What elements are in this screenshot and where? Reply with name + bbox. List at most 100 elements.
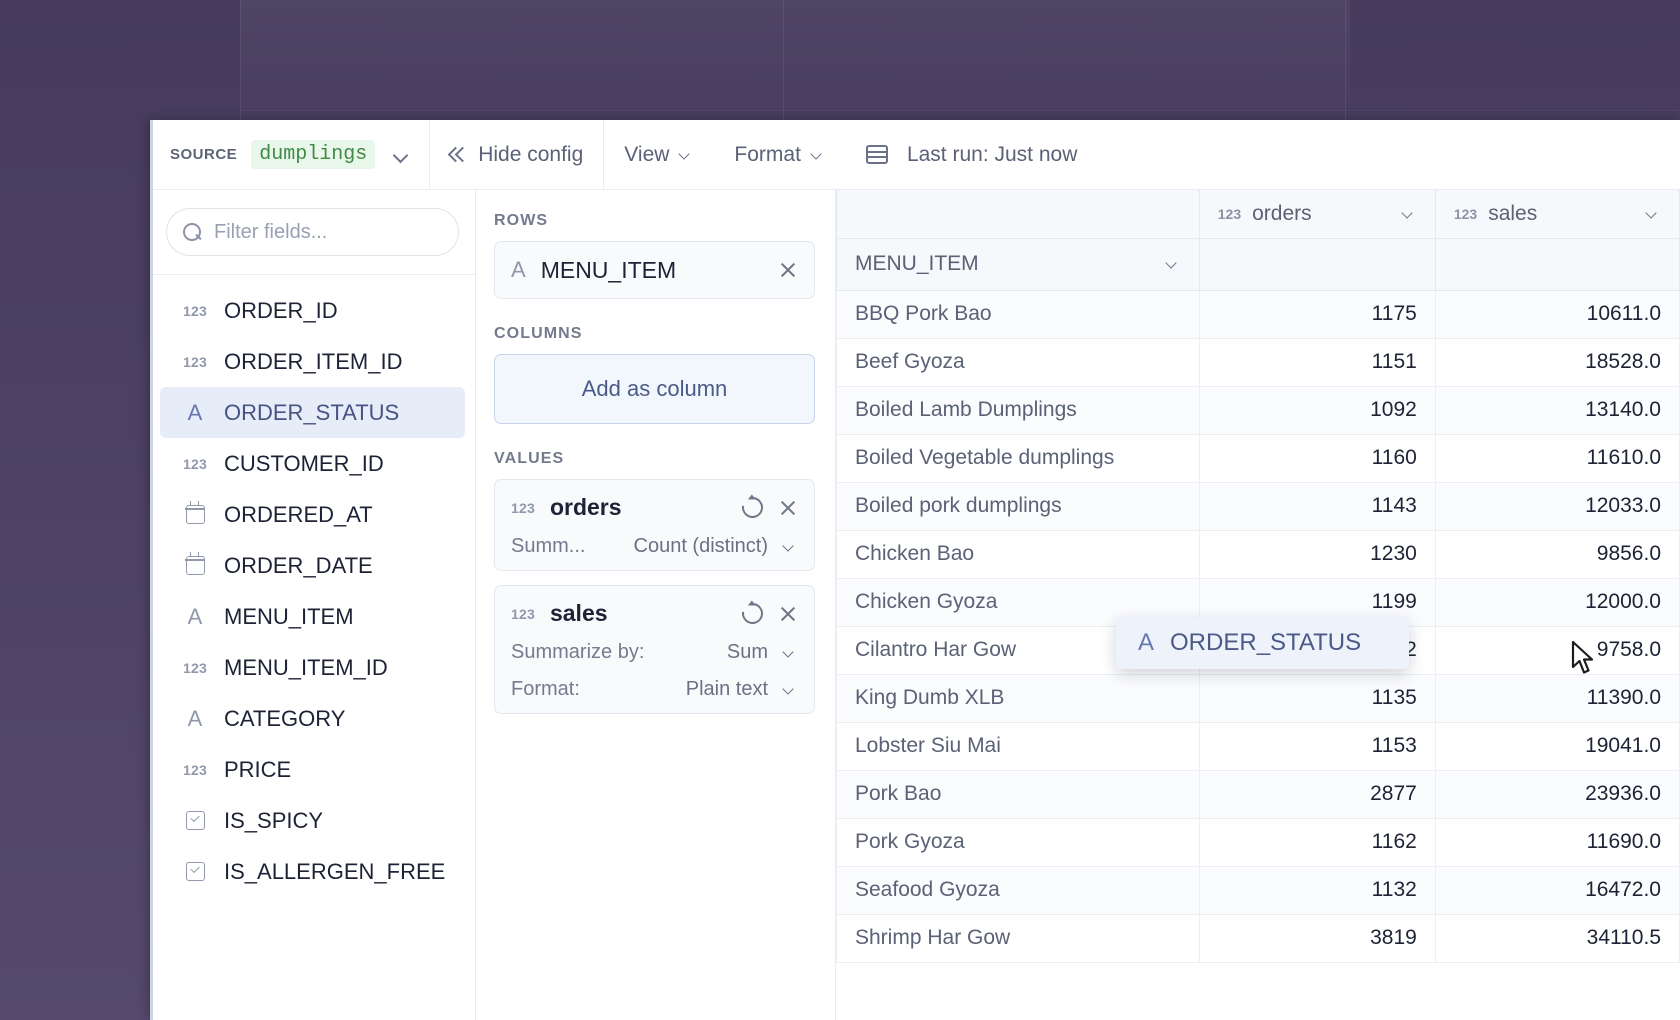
table-row: Seafood Gyoza 1132 16472.0 bbox=[836, 865, 1680, 915]
remove-rows-field-button[interactable] bbox=[778, 260, 798, 280]
table-body: BBQ Pork Bao 1175 10611.0 Beef Gyoza 1151 185… bbox=[836, 289, 1680, 963]
cell-sales: 11390.0 bbox=[1434, 673, 1680, 723]
filter-fields-box[interactable] bbox=[166, 208, 459, 256]
subheader-blank-sales bbox=[1434, 238, 1680, 291]
field-item-ordered_at[interactable]: ORDERED_AT bbox=[160, 489, 465, 540]
field-type-icon: 123 bbox=[182, 762, 208, 778]
field-type-icon bbox=[182, 862, 208, 881]
field-item-label: PRICE bbox=[224, 756, 292, 782]
format-row[interactable]: Format: Plain text bbox=[511, 678, 798, 701]
boolean-field-icon bbox=[185, 811, 205, 830]
cell-sales: 16472.0 bbox=[1434, 865, 1680, 915]
cell-menu-item: Boiled Lamb Dumplings bbox=[836, 385, 1200, 435]
table-row: Lobster Siu Mai 1153 19041.0 bbox=[836, 721, 1680, 771]
chevron-down-icon[interactable] bbox=[1401, 206, 1417, 222]
subheader-blank-orders bbox=[1198, 238, 1436, 291]
chevron-down-icon[interactable] bbox=[782, 682, 798, 698]
field-item-label: CUSTOMER_ID bbox=[224, 450, 384, 476]
field-item-label: IS_ALLERGEN_FREE bbox=[224, 858, 446, 884]
remove-value-button[interactable] bbox=[778, 498, 798, 518]
summarize-by-label: Summ... bbox=[511, 535, 586, 557]
results-table-container[interactable]: 123 orders 123 sales MENU_ITEM BBQ Pork … bbox=[836, 190, 1680, 1020]
cell-menu-item: King Dumb XLB bbox=[836, 673, 1200, 723]
add-as-column-dropzone[interactable]: Add as column bbox=[494, 354, 815, 424]
table-row: King Dumb XLB 1135 11390.0 bbox=[836, 673, 1680, 723]
cell-menu-item: Pork Bao bbox=[836, 769, 1200, 819]
summarize-by-row[interactable]: Summarize by: Sum bbox=[511, 641, 798, 664]
cell-orders: 1132 bbox=[1198, 865, 1436, 915]
chevron-down-icon[interactable] bbox=[782, 539, 798, 555]
hide-config-button[interactable]: Hide config bbox=[430, 120, 603, 189]
cell-sales: 12033.0 bbox=[1434, 481, 1680, 531]
field-item-label: MENU_ITEM bbox=[224, 603, 354, 629]
cell-menu-item: Pork Gyoza bbox=[836, 817, 1200, 867]
field-item-order_status[interactable]: A ORDER_STATUS bbox=[160, 387, 465, 438]
refresh-icon[interactable] bbox=[737, 598, 768, 629]
filter-fields-input[interactable] bbox=[214, 220, 442, 244]
field-item-price[interactable]: 123 PRICE bbox=[160, 744, 465, 795]
field-item-menu_item_id[interactable]: 123 MENU_ITEM_ID bbox=[160, 642, 465, 693]
text-field-icon: A bbox=[187, 399, 203, 425]
double-chevron-left-icon bbox=[450, 146, 470, 164]
summarize-by-row[interactable]: Summ... Count (distinct) bbox=[511, 535, 798, 558]
field-item-label: CATEGORY bbox=[224, 705, 346, 731]
row-dimension-header[interactable]: MENU_ITEM bbox=[836, 238, 1200, 291]
format-label: Format: bbox=[511, 678, 580, 700]
field-item-order_date[interactable]: ORDER_DATE bbox=[160, 540, 465, 591]
chevron-down-icon bbox=[810, 147, 826, 163]
field-item-label: ORDER_ITEM_ID bbox=[224, 348, 403, 374]
cell-orders: 1230 bbox=[1198, 529, 1436, 579]
field-type-icon bbox=[182, 811, 208, 830]
columns-section-label: COLUMNS bbox=[494, 325, 583, 342]
rows-section-label: ROWS bbox=[494, 212, 549, 229]
field-item-menu_item[interactable]: A MENU_ITEM bbox=[160, 591, 465, 642]
source-selector[interactable]: SOURCE dumplings bbox=[150, 120, 429, 189]
value-card-sales[interactable]: 123 sales Summarize by: Sum Format: Plain tex… bbox=[494, 585, 815, 714]
summarize-by-value: Count (distinct) bbox=[633, 535, 769, 557]
field-item-is_allergen_free[interactable]: IS_ALLERGEN_FREE bbox=[160, 846, 465, 897]
field-item-category[interactable]: A CATEGORY bbox=[160, 693, 465, 744]
date-field-icon bbox=[184, 552, 206, 575]
cell-sales: 11690.0 bbox=[1434, 817, 1680, 867]
view-menu[interactable]: View bbox=[604, 120, 714, 189]
table-row: Chicken Bao 1230 9856.0 bbox=[836, 529, 1680, 579]
field-type-icon bbox=[182, 552, 208, 575]
chevron-down-icon[interactable] bbox=[782, 645, 798, 661]
field-item-label: MENU_ITEM_ID bbox=[224, 654, 388, 680]
value-card-orders[interactable]: 123 orders Summ... Count (distinct) bbox=[494, 479, 815, 571]
rows-field-chip[interactable]: A MENU_ITEM bbox=[494, 241, 815, 299]
config-panel: ROWS A MENU_ITEM COLUMNS Add as column V… bbox=[476, 190, 1409, 1020]
cell-sales: 13140.0 bbox=[1434, 385, 1680, 435]
remove-value-button[interactable] bbox=[778, 604, 798, 624]
text-field-icon: A bbox=[511, 257, 526, 282]
cell-menu-item: Beef Gyoza bbox=[836, 337, 1200, 387]
column-header-orders[interactable]: 123 orders bbox=[1198, 190, 1436, 239]
refresh-icon[interactable] bbox=[737, 492, 768, 523]
chevron-down-icon[interactable] bbox=[1645, 206, 1661, 222]
table-row: BBQ Pork Bao 1175 10611.0 bbox=[836, 289, 1680, 339]
field-type-icon: A bbox=[182, 400, 208, 426]
field-item-is_spicy[interactable]: IS_SPICY bbox=[160, 795, 465, 846]
field-item-customer_id[interactable]: 123 CUSTOMER_ID bbox=[160, 438, 465, 489]
chevron-down-icon[interactable] bbox=[1165, 256, 1181, 272]
measure-header-row: 123 orders 123 sales bbox=[836, 190, 1680, 239]
cell-menu-item: Chicken Bao bbox=[836, 529, 1200, 579]
source-value: dumplings bbox=[251, 140, 376, 169]
field-type-icon: 123 bbox=[182, 354, 208, 370]
cell-orders: 1092 bbox=[1198, 385, 1436, 435]
rows-field-name: MENU_ITEM bbox=[540, 256, 677, 283]
field-item-order_id[interactable]: 123 ORDER_ID bbox=[160, 285, 465, 336]
chevron-down-icon[interactable] bbox=[393, 147, 409, 163]
value-field-name: orders bbox=[549, 494, 622, 520]
format-label: Format bbox=[734, 142, 801, 166]
format-menu[interactable]: Format bbox=[714, 120, 846, 189]
number-field-icon: 123 bbox=[183, 353, 207, 370]
column-header-sales[interactable]: 123 sales bbox=[1434, 190, 1680, 239]
last-run-status[interactable]: Last run: Just now bbox=[846, 120, 1097, 189]
number-field-icon: 123 bbox=[1217, 205, 1242, 222]
field-list: 123 ORDER_ID 123 ORDER_ITEM_ID A ORDER_STATUS… bbox=[150, 275, 475, 1020]
cell-orders: 1142 bbox=[1198, 625, 1436, 675]
field-item-order_item_id[interactable]: 123 ORDER_ITEM_ID bbox=[160, 336, 465, 387]
field-item-label: ORDER_ID bbox=[224, 297, 338, 323]
format-value: Plain text bbox=[685, 678, 768, 700]
